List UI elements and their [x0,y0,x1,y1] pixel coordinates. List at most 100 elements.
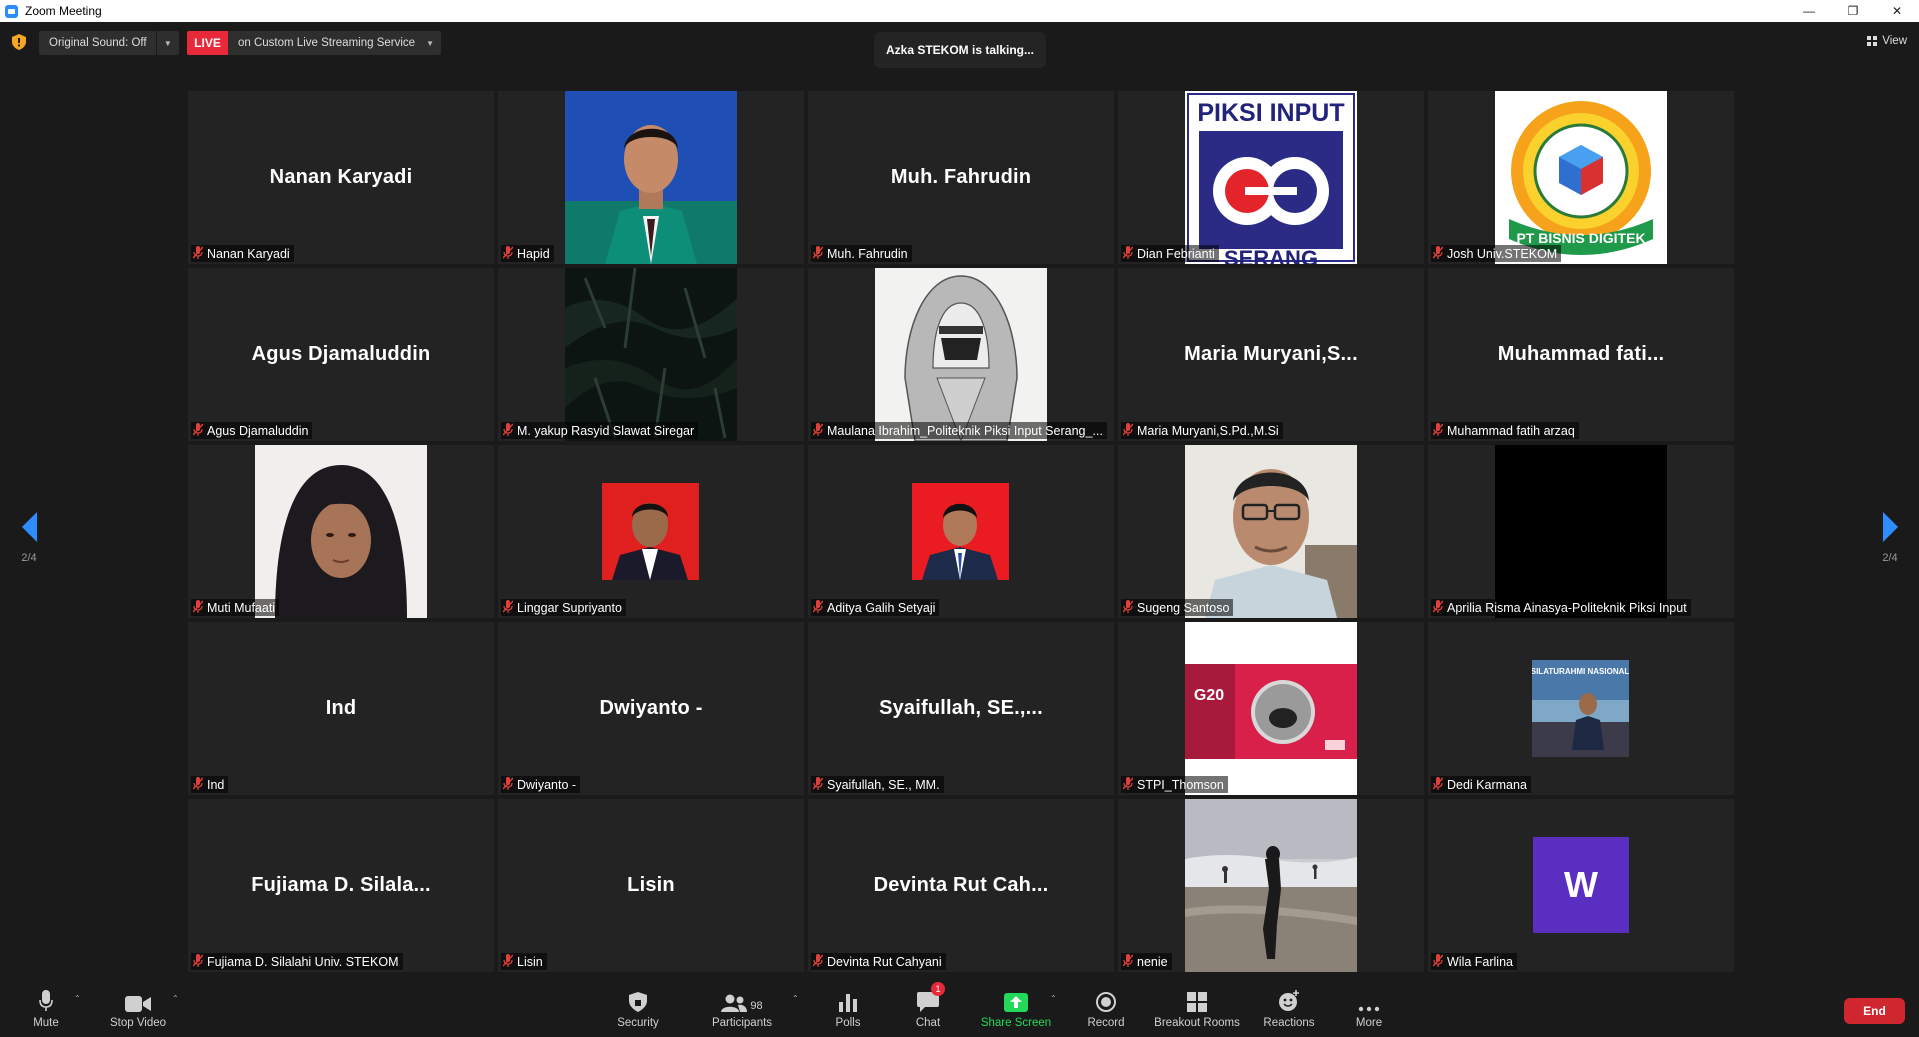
reactions-label: Reactions [1263,1017,1315,1029]
participant-tile[interactable]: M. yakup Rasyid Slawat Siregar [498,268,804,441]
muted-mic-icon [1122,776,1134,793]
more-dots-icon [1358,988,1380,1012]
participant-label: Wila Farlina [1431,953,1517,970]
gallery-grid-icon [1867,36,1878,46]
participant-tile[interactable]: Hapid [498,91,804,264]
end-meeting-button[interactable]: End [1844,998,1905,1024]
participant-tile[interactable]: PT BISNIS DIGITEK Josh Univ.STEKOM [1428,91,1734,264]
participant-label: Muh. Fahrudin [811,245,912,262]
participant-name: Wila Farlina [1447,954,1513,969]
restore-button[interactable]: ❐ [1831,0,1875,22]
participant-name: Dian Febrianti [1137,246,1215,261]
bar-chart-icon [839,988,857,1012]
live-streaming-service-dropdown[interactable]: on Custom Live Streaming Service ▼ [228,31,441,55]
participant-tile[interactable]: Syaifullah, SE.,... Syaifullah, SE., MM. [808,622,1114,795]
participant-name: Muhammad fatih arzaq [1447,423,1575,438]
participant-name: Linggar Supriyanto [517,600,622,615]
muted-mic-icon [192,776,204,793]
participant-tile[interactable]: PIKSI INPUT SERANG Dian Febrianti [1118,91,1424,264]
participant-tile[interactable]: Aditya Galih Setyaji [808,445,1114,618]
video-options-caret[interactable]: ⌃ [172,994,179,1003]
participant-tile[interactable]: Aprilia Risma Ainasya-Politeknik Piksi I… [1428,445,1734,618]
participant-tile[interactable]: Dwiyanto - Dwiyanto - [498,622,804,795]
participant-tile[interactable]: Lisin Lisin [498,799,804,972]
slide-text: G20 [1194,687,1224,704]
participant-tile[interactable]: Linggar Supriyanto [498,445,804,618]
polls-button[interactable]: Polls [808,988,888,1029]
record-button[interactable]: Record [1066,988,1146,1029]
participant-tile[interactable]: Muti Mufaati [188,445,494,618]
audio-options-caret[interactable]: ⌃ [74,994,81,1003]
participant-label: Ind [191,776,229,793]
chat-button[interactable]: 1 Chat [888,982,968,1029]
participant-tile[interactable]: SILATURAHMI NASIONAL Dedi Karmana [1428,622,1734,795]
previous-page-button[interactable]: 2/4 [9,512,49,564]
minimize-button[interactable]: — [1787,0,1831,22]
participant-name-display: Dwiyanto - [599,697,703,719]
next-page-button[interactable]: 2/4 [1870,512,1910,564]
security-label: Security [617,1017,659,1029]
participant-tile[interactable]: Fujiama D. Silala... Fujiama D. Silalahi… [188,799,494,972]
original-sound-toggle[interactable]: Original Sound: Off ▼ [39,31,179,55]
participant-video-black [1495,445,1667,618]
participant-photo [602,483,699,580]
zoom-app-icon [5,4,18,18]
breakout-rooms-button[interactable]: Breakout Rooms [1154,988,1240,1029]
muted-mic-icon [1432,953,1444,970]
shield-icon [629,988,647,1012]
piksi-input-logo: PIKSI INPUT SERANG [1185,91,1357,264]
share-screen-button[interactable]: Share Screen [976,988,1056,1029]
share-options-caret[interactable]: ⌃ [1050,994,1057,1003]
participant-label: Maria Muryani,S.Pd.,M.Si [1121,422,1283,439]
participant-tile[interactable]: Agus Djamaluddin Agus Djamaluddin [188,268,494,441]
muted-mic-icon [1122,422,1134,439]
reactions-button[interactable]: Reactions [1249,988,1329,1029]
video-camera-icon [125,988,151,1012]
participant-tile[interactable]: W Wila Farlina [1428,799,1734,972]
participant-tile[interactable]: Nanan Karyadi Nanan Karyadi [188,91,494,264]
arrow-right-icon [1882,512,1898,542]
close-button[interactable]: ✕ [1875,0,1919,22]
more-button[interactable]: More [1329,988,1409,1029]
muted-mic-icon [502,422,514,439]
encryption-shield-icon[interactable] [12,34,26,50]
polls-label: Polls [835,1017,861,1029]
participants-icon: 98 [721,988,763,1012]
participant-name: STPI_Thomson [1137,777,1224,792]
muted-mic-icon [192,599,204,616]
participant-tile[interactable]: Ind Ind [188,622,494,795]
muted-mic-icon [1432,776,1444,793]
participant-tile[interactable]: Muh. Fahrudin Muh. Fahrudin [808,91,1114,264]
participant-label: Lisin [501,953,547,970]
participant-name: Hapid [517,246,550,261]
muted-mic-icon [812,245,824,262]
participants-options-caret[interactable]: ⌃ [792,994,799,1003]
participant-photo [255,445,427,618]
participant-tile[interactable]: Maria Muryani,S... Maria Muryani,S.Pd.,M… [1118,268,1424,441]
participant-name: Lisin [517,954,543,969]
participant-label: Devinta Rut Cahyani [811,953,946,970]
participant-name: Dedi Karmana [1447,777,1527,792]
view-button[interactable]: View [1867,35,1907,47]
participant-name: nenie [1137,954,1168,969]
participant-tile[interactable]: G20 STPI_Thomson [1118,622,1424,795]
participant-name-display: Syaifullah, SE.,... [879,697,1043,719]
participant-name: Muti Mufaati [207,600,276,615]
chevron-down-icon[interactable]: ▼ [157,39,179,48]
participant-name-display: Fujiama D. Silala... [251,874,431,896]
participant-tile[interactable]: nenie [1118,799,1424,972]
security-button[interactable]: Security [598,988,678,1029]
participant-tile[interactable]: Maulana Ibrahim_Politeknik Piksi Input S… [808,268,1114,441]
participant-tile[interactable]: Sugeng Santoso [1118,445,1424,618]
participant-name-display: Ind [325,697,357,719]
participant-name: Sugeng Santoso [1137,600,1230,615]
participant-name: M. yakup Rasyid Slawat Siregar [517,423,695,438]
participant-tile[interactable]: Devinta Rut Cah... Devinta Rut Cahyani [808,799,1114,972]
participant-name: Nanan Karyadi [207,246,290,261]
participant-tile[interactable]: Muhammad fati... Muhammad fatih arzaq [1428,268,1734,441]
participant-name: Devinta Rut Cahyani [827,954,942,969]
participants-button[interactable]: 98 Participants [702,988,782,1029]
stop-video-button[interactable]: Stop Video [98,988,178,1029]
chat-label: Chat [915,1017,941,1029]
banner-text: SILATURAHMI NASIONAL [1532,667,1629,676]
